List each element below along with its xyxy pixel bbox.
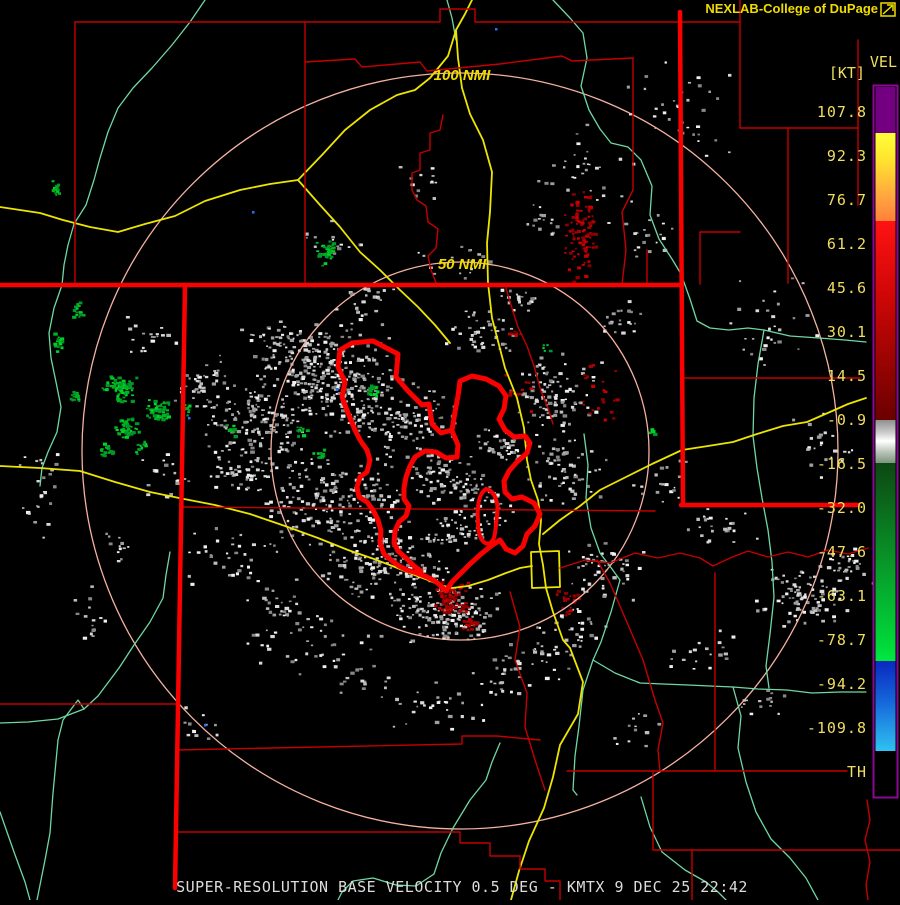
colorbar-scale xyxy=(875,87,896,796)
colorbar-tick-label: 107.8 xyxy=(817,103,867,121)
colorbar-title: VEL xyxy=(870,53,897,71)
colorbar-tick-label: TH xyxy=(847,763,867,781)
colorbar-tick-label: 45.6 xyxy=(827,279,867,297)
colorbar-units: [KT] xyxy=(829,64,865,82)
colorbar-tick-label: 61.2 xyxy=(827,235,867,253)
map-background xyxy=(0,0,900,900)
product-caption: SUPER-RESOLUTION BASE VELOCITY 0.5 DEG -… xyxy=(176,878,748,896)
range-ring-label: 100 NMI xyxy=(434,67,492,84)
range-ring-label: 50 NMI xyxy=(438,256,487,273)
colorbar-tick-label: -94.2 xyxy=(817,675,867,693)
colorbar-tick-label: -47.6 xyxy=(817,543,867,561)
colorbar-tick-label: -63.1 xyxy=(817,587,867,605)
radar-display: 107.8 92.3 76.7 61.2 45.6 30.1 14.5 -0.9 -16.5 -3… xyxy=(0,0,900,901)
colorbar-tick-label: 76.7 xyxy=(827,191,867,209)
colorbar-tick-label: 92.3 xyxy=(827,147,867,165)
colorbar-tick-label: -16.5 xyxy=(817,455,867,473)
colorbar-tick-label: -32.0 xyxy=(817,499,867,517)
colorbar-tick-label: -78.7 xyxy=(817,631,867,649)
colorbar-tick-label: -0.9 xyxy=(827,411,867,429)
site-attribution: NEXLAB-College of DuPage xyxy=(705,1,878,16)
colorbar-tick-label: 30.1 xyxy=(827,323,867,341)
state-border xyxy=(677,9,686,508)
colorbar-tick-label: 14.5 xyxy=(827,367,867,385)
colorbar-tick-label: -109.8 xyxy=(807,719,867,737)
